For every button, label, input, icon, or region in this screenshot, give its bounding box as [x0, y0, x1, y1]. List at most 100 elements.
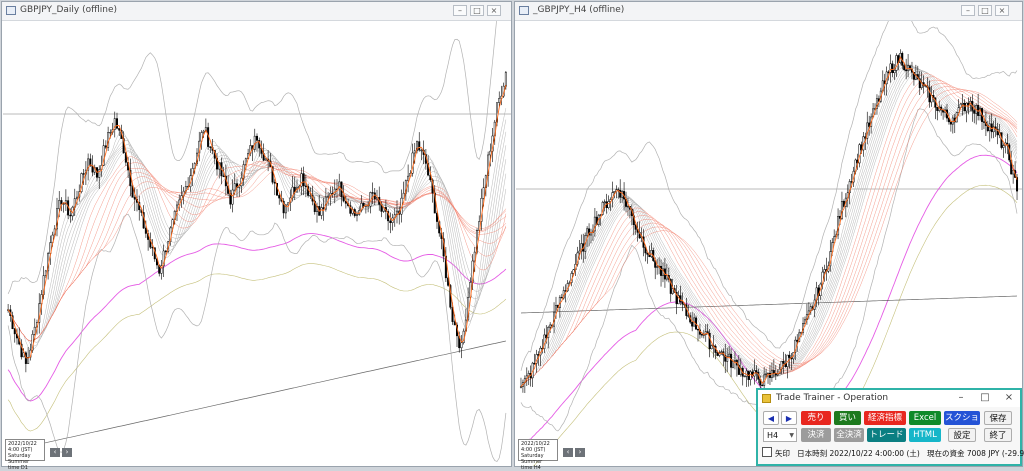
minimize-icon[interactable]: – [453, 5, 467, 16]
candle-body [936, 107, 939, 111]
candle-body [533, 362, 536, 365]
arrow-checkbox[interactable] [762, 447, 772, 457]
settle-all-button[interactable]: 全決済 [834, 428, 864, 442]
moving-average-fast [7, 84, 507, 359]
candle-body [903, 65, 906, 71]
next-step-button[interactable]: ▶ [781, 411, 797, 425]
maximize-icon[interactable]: □ [978, 5, 992, 16]
candle-body [489, 150, 492, 156]
candle-body [418, 141, 421, 151]
candle-body [504, 72, 507, 87]
info-summer-row: Summer time H4 [521, 459, 555, 471]
candle-body [273, 181, 276, 184]
maximize-icon[interactable]: □ [978, 392, 992, 403]
candle-body [1002, 145, 1005, 148]
candle-body [413, 150, 416, 154]
candle-body [342, 196, 345, 202]
daily-candlestick-chart[interactable] [3, 21, 511, 466]
candle-body [371, 192, 374, 194]
candle-body [420, 149, 423, 152]
save-button[interactable]: 保存 [984, 411, 1012, 425]
candle-body [603, 201, 606, 203]
daily-window-titlebar[interactable]: GBPJPY_Daily (offline) – □ × [2, 2, 511, 21]
candle-body [743, 375, 746, 378]
candle-body [700, 334, 703, 336]
economic-indicator-button[interactable]: 経済指標 [864, 411, 906, 425]
candle-body [961, 102, 964, 105]
candle-body [745, 370, 748, 377]
candle-body [144, 227, 147, 234]
settings-button[interactable]: 設定 [948, 428, 976, 442]
maximize-icon[interactable]: □ [470, 5, 484, 16]
timeframe-select[interactable]: H4 ▼ [763, 428, 797, 442]
prev-bar-button[interactable]: ‹ [563, 448, 573, 457]
candle-body [895, 55, 898, 71]
html-button[interactable]: HTML [909, 428, 941, 442]
next-bar-button[interactable]: › [62, 448, 72, 457]
candle-body [720, 351, 723, 353]
daily-info-box: 2022/10/22 4:00 (JST) Saturday Summer ti… [5, 439, 45, 471]
candle-body [893, 70, 896, 74]
excel-button[interactable]: Excel [909, 411, 941, 425]
candle-body [320, 207, 323, 216]
candle-body [963, 102, 966, 112]
candle-body [133, 197, 136, 200]
minimize-icon[interactable]: – [954, 392, 968, 403]
arrow-checkbox-label: 矢印 [775, 449, 790, 458]
exit-button[interactable]: 終了 [984, 428, 1012, 442]
candle-body [716, 352, 719, 356]
trade-trainer-panel: Trade Trainer - Operation – □ × ◀ ▶ 売り 買… [756, 388, 1024, 466]
candle-body [728, 353, 731, 357]
prev-bar-button[interactable]: ‹ [50, 448, 60, 457]
trade-button[interactable]: トレード [867, 428, 906, 442]
bollinger-upper [520, 21, 1018, 371]
candle-body [607, 201, 610, 208]
candle-body [356, 214, 358, 216]
candle-body [519, 386, 522, 388]
candle-body [278, 195, 281, 199]
candle-body [116, 118, 118, 129]
moving-average-magenta [7, 233, 507, 402]
candle-body [389, 220, 392, 223]
chevron-down-icon: ▼ [789, 432, 794, 439]
daily-chart-window: GBPJPY_Daily (offline) – □ × 2022/10/22 … [1, 1, 512, 471]
candle-body [560, 296, 563, 299]
info-timeframe: H4 [533, 465, 541, 471]
candle-body [660, 265, 663, 276]
ma-ribbon-red [520, 76, 1018, 387]
close-icon[interactable]: × [487, 5, 501, 16]
h4-window-titlebar[interactable]: _GBPJPY_H4 (offline) – □ × [515, 2, 1022, 21]
candle-body [233, 183, 236, 191]
settle-button[interactable]: 決済 [801, 428, 831, 442]
candle-body [656, 266, 659, 268]
trainer-status-bar: 矢印 日本時刻 2022/10/22 4:00:00 (土) 現在の資金 700… [762, 447, 1024, 461]
ma-ribbon-red [7, 161, 507, 342]
prev-step-button[interactable]: ◀ [763, 411, 779, 425]
chart-window-icon [519, 6, 529, 15]
minimize-icon[interactable]: – [961, 5, 975, 16]
trainer-titlebar[interactable]: Trade Trainer - Operation – □ × [758, 390, 1020, 407]
close-icon[interactable]: × [995, 5, 1009, 16]
candle-body [460, 342, 463, 349]
buy-button[interactable]: 買い [834, 411, 861, 425]
screenshot-button[interactable]: スクショ [944, 411, 980, 425]
candle-body [222, 175, 225, 177]
info-summer-row: Summer time D1 [8, 459, 42, 471]
candle-body [98, 169, 101, 178]
info-datetime: 2022/10/22 4:00 (JST) [521, 441, 550, 453]
close-icon[interactable]: × [1002, 392, 1016, 403]
candle-body [765, 373, 768, 376]
next-bar-button[interactable]: › [575, 448, 585, 457]
candle-body [76, 196, 78, 199]
candle-body [924, 85, 927, 87]
candle-body [782, 360, 785, 364]
candle-body [164, 250, 167, 252]
candle-body [69, 214, 72, 217]
candle-body [730, 353, 733, 368]
sell-button[interactable]: 売り [801, 411, 831, 425]
candle-body [696, 328, 699, 331]
candle-body [586, 228, 589, 236]
candle-body [407, 175, 410, 181]
candle-body [590, 232, 593, 236]
candle-body [231, 189, 234, 205]
